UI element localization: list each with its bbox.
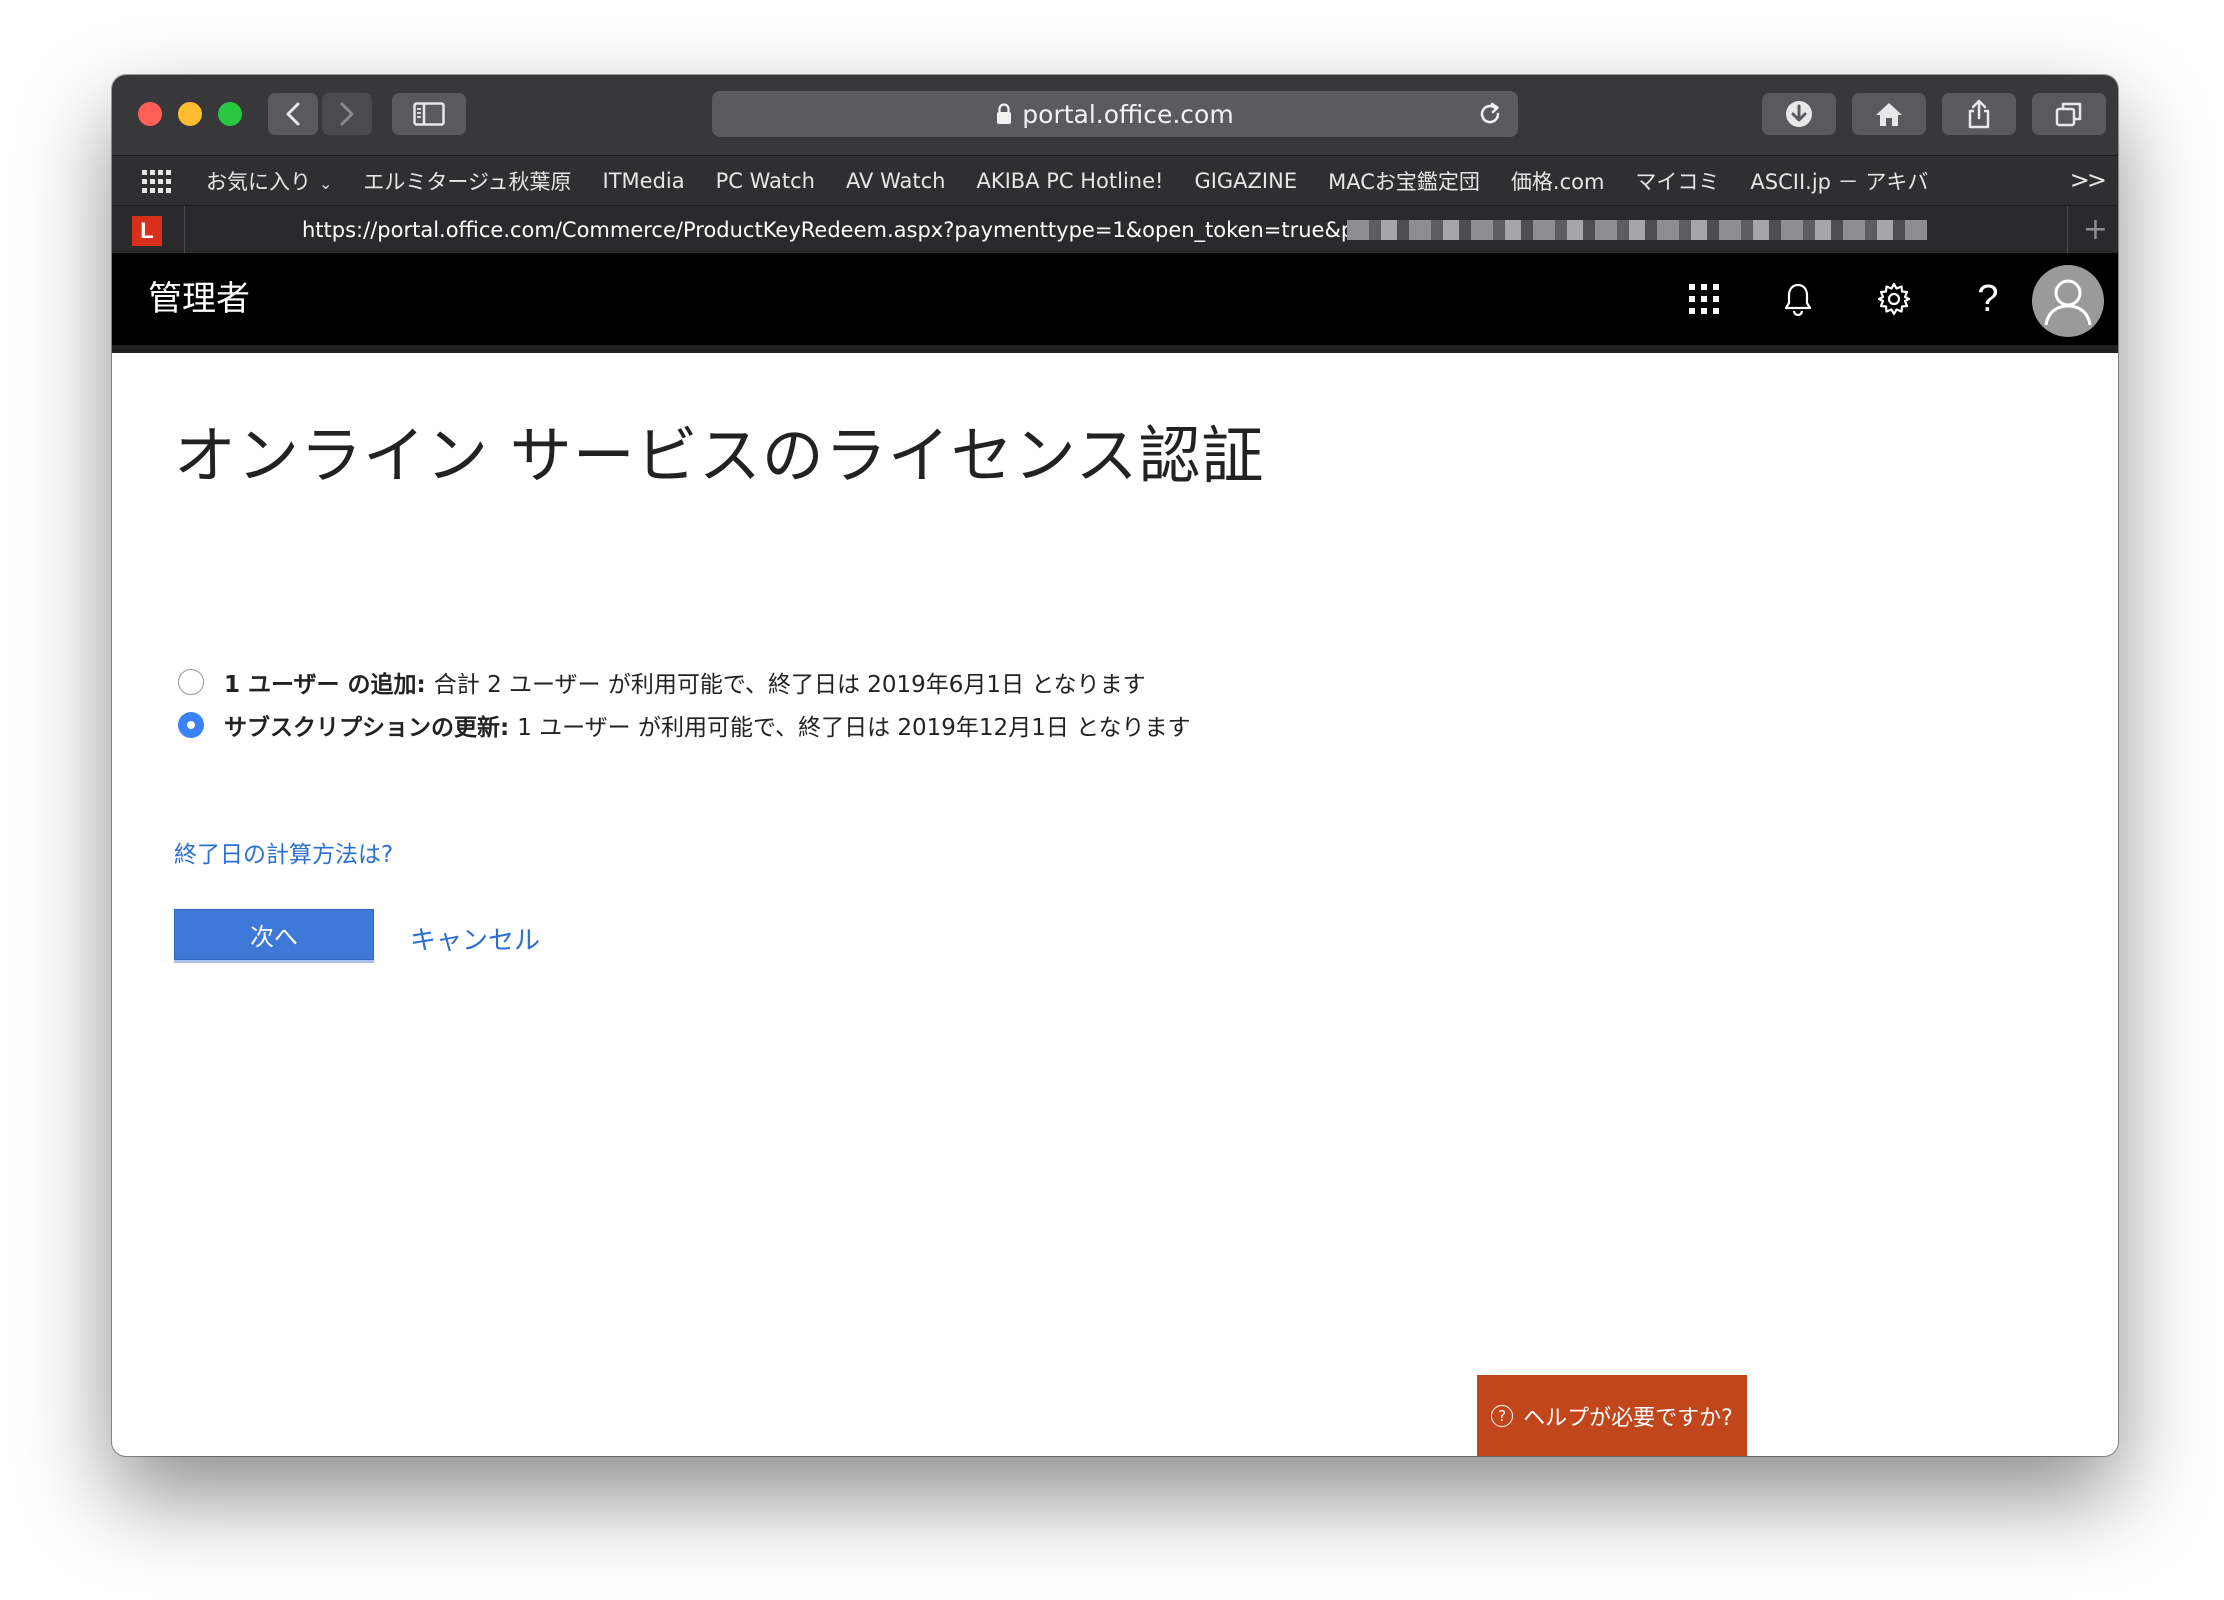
header-divider: [112, 345, 2118, 353]
downloads-button[interactable]: [1762, 93, 1836, 135]
new-tab-plus-icon[interactable]: +: [2083, 212, 2108, 247]
bookmark-item[interactable]: エルミタージュ秋葉原: [363, 166, 571, 196]
page-title: オンライン サービスのライセンス認証: [174, 419, 1265, 492]
bell-icon[interactable]: [1778, 279, 1818, 319]
app-header: 管理者 ?: [112, 253, 2118, 345]
user-icon: [2044, 279, 2092, 326]
bookmark-item[interactable]: GIGAZINE: [1194, 169, 1297, 193]
chevron-right-icon: [340, 102, 354, 126]
option-add-user[interactable]: 1 ユーザー の追加: 合計 2 ユーザー が利用可能で、終了日は 2019年6…: [178, 665, 1146, 699]
top-sites-grid-icon[interactable]: [142, 170, 172, 199]
bookmark-item[interactable]: PC Watch: [716, 169, 815, 193]
app-launcher-icon[interactable]: [1684, 279, 1724, 319]
bookmark-item[interactable]: ASCII.jp － アキバ: [1750, 166, 1928, 196]
question-circle-icon: ?: [1491, 1404, 1514, 1427]
bookmark-item[interactable]: AV Watch: [846, 169, 945, 193]
option-renew-subscription[interactable]: サブスクリプションの更新: 1 ユーザー が利用可能で、終了日は 2019年12…: [178, 708, 1190, 742]
app-title: 管理者: [148, 279, 250, 319]
share-icon: [1968, 99, 1990, 129]
cancel-link[interactable]: キャンセル: [410, 920, 540, 957]
bookmarks-overflow-button[interactable]: >>: [2070, 166, 2107, 194]
reload-icon[interactable]: [1476, 100, 1504, 134]
bookmark-item[interactable]: MACお宝鑑定団: [1328, 166, 1480, 196]
close-window-button[interactable]: [138, 102, 162, 126]
zoom-window-button[interactable]: [218, 102, 242, 126]
radio-add-user[interactable]: [178, 669, 204, 695]
forward-button[interactable]: [322, 93, 372, 135]
option-description: 1 ユーザー が利用可能で、終了日は 2019年12月1日 となります: [517, 715, 1191, 741]
bookmarks-bar: お気に入り ⌄ エルミタージュ秋葉原 ITMedia PC Watch AV Wa…: [112, 155, 2118, 206]
tabs-overview-button[interactable]: [2032, 93, 2106, 135]
option-label-bold: 1 ユーザー の追加:: [224, 672, 426, 698]
bookmark-item[interactable]: 価格.com: [1511, 166, 1605, 196]
back-button[interactable]: [268, 93, 318, 135]
sidebar-icon: [413, 102, 445, 126]
share-button[interactable]: [1942, 93, 2016, 135]
home-button[interactable]: [1852, 93, 1926, 135]
bookmark-item[interactable]: ITMedia: [603, 169, 685, 193]
need-help-label: ヘルプが必要ですか?: [1523, 1405, 1733, 1431]
tabs-icon: [2055, 102, 2082, 127]
chevron-down-icon: ⌄: [319, 174, 333, 193]
user-avatar[interactable]: [2032, 265, 2104, 337]
chevron-left-icon: [286, 102, 300, 126]
redacted-url-segment: [1347, 220, 1927, 240]
bookmark-favorites[interactable]: お気に入り ⌄: [206, 166, 332, 196]
end-date-calculation-link[interactable]: 終了日の計算方法は?: [174, 835, 393, 869]
need-help-button[interactable]: ? ヘルプが必要ですか?: [1477, 1375, 1747, 1456]
tab-bar: L https://portal.office.com/Commerce/Pro…: [112, 205, 2118, 254]
address-bar[interactable]: portal.office.com: [712, 91, 1518, 137]
browser-window: portal.office.com お気に入り ⌄ エルミタージュ秋葉原 ITM…: [112, 75, 2118, 1456]
tab-divider: [2067, 206, 2068, 254]
tab-url-text[interactable]: https://portal.office.com/Commerce/Produ…: [302, 206, 1354, 254]
bookmark-item[interactable]: AKIBA PC Hotline!: [976, 169, 1163, 193]
lock-icon: [996, 103, 1012, 125]
help-question-icon[interactable]: ?: [1968, 278, 2008, 320]
bookmark-list: お気に入り ⌄ エルミタージュ秋葉原 ITMedia PC Watch AV Wa…: [206, 156, 1959, 206]
home-icon: [1876, 103, 1902, 126]
next-button[interactable]: 次へ: [174, 909, 374, 963]
radio-renew-subscription[interactable]: [178, 712, 204, 738]
sidebar-toggle-button[interactable]: [392, 93, 466, 135]
bookmark-item[interactable]: マイコミ: [1635, 166, 1719, 196]
browser-titlebar: portal.office.com: [112, 75, 2118, 155]
site-favicon: L: [132, 216, 162, 246]
address-host: portal.office.com: [1022, 99, 1234, 129]
option-label-bold: サブスクリプションの更新:: [224, 715, 510, 741]
option-description: 合計 2 ユーザー が利用可能で、終了日は 2019年6月1日 となります: [433, 672, 1146, 698]
gear-icon[interactable]: [1874, 279, 1914, 319]
tab-divider: [184, 206, 185, 254]
download-icon: [1786, 101, 1812, 127]
minimize-window-button[interactable]: [178, 102, 202, 126]
